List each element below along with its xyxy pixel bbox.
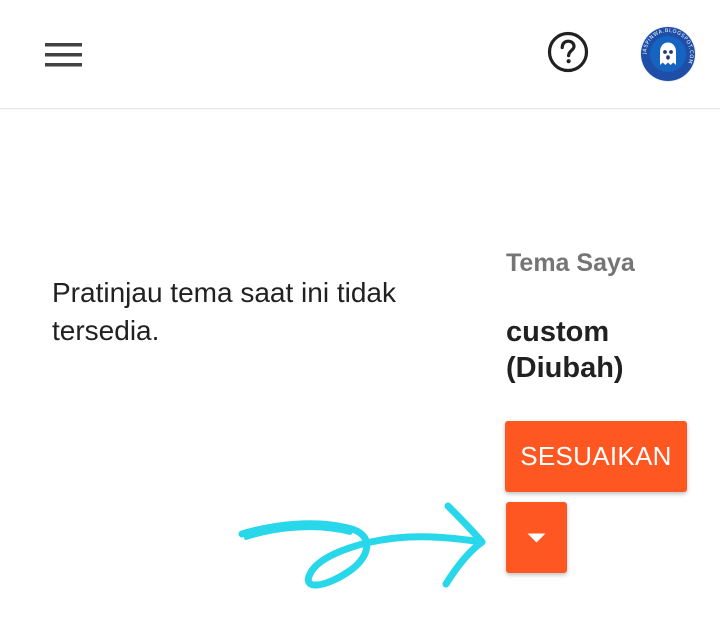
my-theme-heading: Tema Saya: [506, 249, 635, 277]
caret-down-icon: [527, 533, 546, 543]
help-circle-icon[interactable]: [546, 30, 590, 74]
theme-preview-unavailable-message: Pratinjau tema saat ini tidak tersedia.: [52, 277, 396, 346]
ghost-avatar-icon: JASPINWA.BLOGSPOT.COM: [640, 26, 696, 82]
account-avatar[interactable]: JASPINWA.BLOGSPOT.COM: [639, 25, 697, 83]
theme-options-dropdown-button[interactable]: [506, 502, 567, 573]
hand-drawn-arrow-icon: [238, 502, 486, 589]
top-app-bar: JASPINWA.BLOGSPOT.COM: [0, 0, 720, 109]
current-theme-name: custom (Diubah): [506, 316, 624, 384]
hamburger-menu-icon[interactable]: [40, 34, 88, 74]
customize-button[interactable]: SESUAIKAN: [505, 421, 687, 492]
